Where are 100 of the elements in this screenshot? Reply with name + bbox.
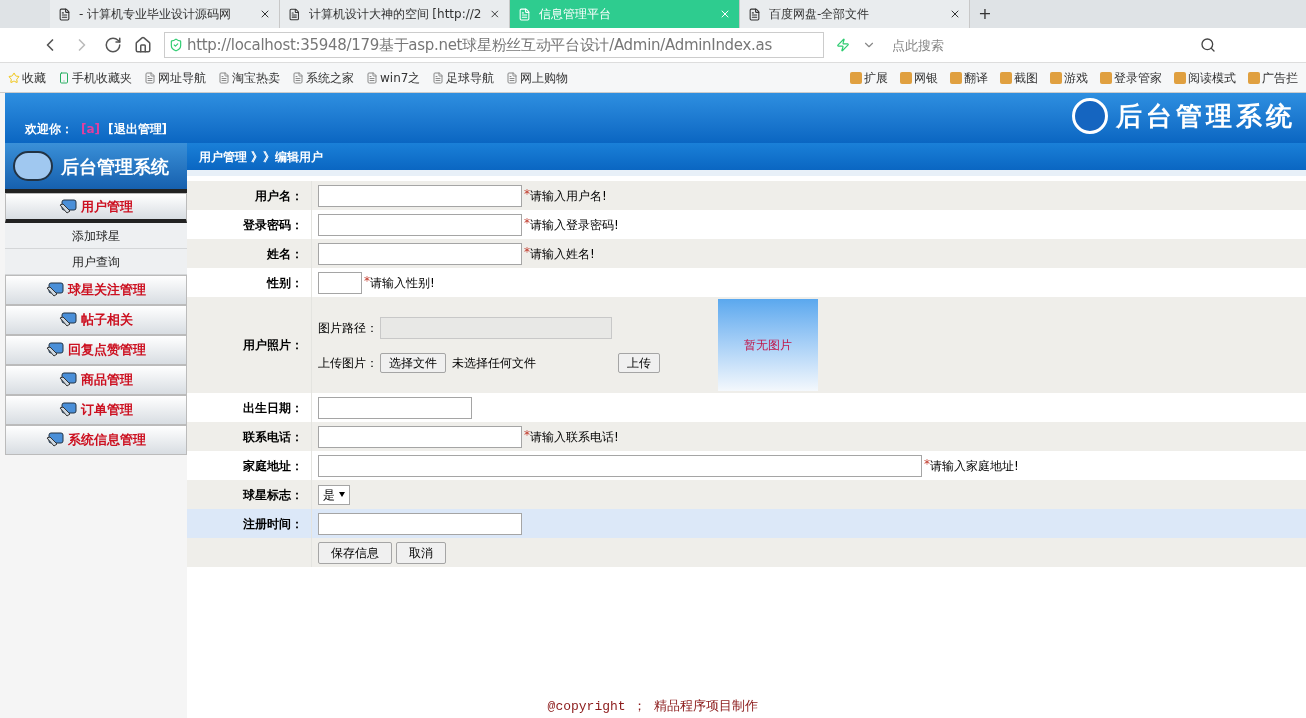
page-icon <box>288 7 301 21</box>
input-field[interactable] <box>318 425 522 448</box>
page-icon <box>218 71 230 84</box>
toolbar-item[interactable]: 网银 <box>900 68 938 87</box>
logout-link[interactable]: [退出管理] <box>108 120 168 138</box>
upload-button[interactable]: 上传 <box>618 353 660 373</box>
field-label: 用户照片： <box>243 337 303 354</box>
monitor-icon <box>59 198 77 215</box>
required-mark: * <box>524 426 530 442</box>
page-icon <box>432 71 445 84</box>
field-label: 姓名： <box>267 245 303 263</box>
menu-item[interactable]: 订单管理 <box>5 395 187 425</box>
field-label: 性别： <box>267 274 303 292</box>
input-field[interactable] <box>318 396 472 419</box>
toolbar-item[interactable]: 截图 <box>1000 68 1038 87</box>
required-mark: * <box>524 243 530 259</box>
submenu-item[interactable]: 添加球星 <box>5 223 187 249</box>
bookmark-link[interactable]: 系统之家 <box>292 68 354 87</box>
dropdown-select[interactable]: 是 <box>318 484 350 505</box>
browser-tab[interactable]: 百度网盘-全部文件 <box>740 0 970 28</box>
toolbar-item[interactable]: 翻译 <box>950 68 988 87</box>
required-hint: 请输入家庭地址! <box>930 457 1019 475</box>
required-hint: 请输入联系电话! <box>530 428 619 446</box>
bookmark-link[interactable]: win7之 <box>366 68 421 87</box>
required-mark: * <box>524 185 530 201</box>
no-file-text: 未选择任何文件 <box>452 355 536 372</box>
tool-icon <box>850 71 862 84</box>
tool-icon <box>1174 71 1186 84</box>
field-label: 登录密码： <box>243 216 303 234</box>
toolbar-item[interactable]: 阅读模式 <box>1174 68 1236 87</box>
monitor-icon <box>59 402 77 418</box>
menu-item[interactable]: 系统信息管理 <box>5 425 187 455</box>
menu-item[interactable]: 回复点赞管理 <box>5 335 187 365</box>
monitor-icon <box>59 312 77 328</box>
tool-icon <box>1248 71 1260 84</box>
input-field[interactable] <box>318 512 522 535</box>
bookmark-link[interactable]: 足球导航 <box>432 68 495 87</box>
field-label: 联系电话： <box>243 428 303 446</box>
input-field[interactable] <box>318 454 922 477</box>
close-icon[interactable] <box>259 8 271 20</box>
form-button[interactable]: 取消 <box>396 541 446 564</box>
choose-file-button[interactable]: 选择文件 <box>380 353 446 373</box>
menu-item[interactable]: 球星关注管理 <box>5 275 187 305</box>
search-field[interactable]: 点此搜索 <box>888 33 1188 57</box>
search-icon[interactable] <box>1200 37 1216 53</box>
menu-item[interactable]: 商品管理 <box>5 365 187 395</box>
monitor-icon <box>46 432 64 448</box>
menu-item[interactable]: 用户管理 <box>5 193 187 223</box>
url-text: http://localhost:35948/179基于asp.net球星粉丝互动平台设计/Admin/AdminIndex.as <box>187 34 772 56</box>
tab-title: 信息管理平台 <box>539 6 612 23</box>
home-icon[interactable] <box>134 36 152 54</box>
no-image-preview: 暂无图片 <box>718 299 818 391</box>
toolbar-item[interactable]: 登录管家 <box>1100 68 1162 87</box>
breadcrumb-text: 用户管理 》》编辑用户 <box>199 148 324 166</box>
required-hint: 请输入用户名! <box>530 187 607 205</box>
toolbar-item[interactable]: 扩展 <box>850 68 888 87</box>
reload-icon[interactable] <box>104 36 122 54</box>
address-field[interactable]: http://localhost:35948/179基于asp.net球星粉丝互动平台设计/Admin/AdminIndex.as <box>164 32 824 58</box>
close-icon[interactable] <box>489 8 501 20</box>
shield-icon <box>169 38 183 52</box>
bookmark-link[interactable]: 网址导航 <box>144 68 206 87</box>
tool-icon <box>950 71 962 84</box>
field-label: 用户名： <box>255 187 303 205</box>
field-label: 图片路径： <box>318 320 378 337</box>
caret-icon <box>339 492 345 497</box>
menu-item[interactable]: 帖子相关 <box>5 305 187 335</box>
form-button[interactable]: 保存信息 <box>318 541 392 564</box>
toolbar-item[interactable]: 游戏 <box>1050 68 1088 87</box>
username-text: [a] <box>81 121 101 138</box>
monitor-icon <box>46 282 64 298</box>
input-field[interactable] <box>318 184 522 207</box>
input-field[interactable] <box>318 213 522 236</box>
monitor-icon <box>46 342 64 358</box>
required-mark: * <box>924 455 930 471</box>
page-icon <box>58 7 71 21</box>
bookmark-link[interactable]: 收藏 <box>8 68 46 87</box>
required-hint: 请输入姓名! <box>530 245 595 263</box>
submenu-item[interactable]: 用户查询 <box>5 249 187 275</box>
tab-title: - 计算机专业毕业设计源码网 <box>79 6 233 23</box>
lightning-icon[interactable] <box>836 38 850 52</box>
close-icon[interactable] <box>949 8 961 20</box>
tool-icon <box>1100 71 1112 84</box>
browser-tab[interactable]: - 计算机专业毕业设计源码网 <box>50 0 280 28</box>
browser-tab[interactable]: 计算机设计大神的空间 [http://2 <box>280 0 510 28</box>
input-field[interactable] <box>318 242 522 265</box>
field-label: 上传图片： <box>318 355 378 372</box>
field-label: 注册时间： <box>243 515 303 533</box>
required-hint: 请输入性别! <box>370 274 435 292</box>
tool-icon <box>1050 71 1062 84</box>
required-hint: 请输入登录密码! <box>530 216 619 234</box>
field-label: 出生日期： <box>243 399 303 417</box>
input-field[interactable] <box>318 271 362 294</box>
bookmark-link[interactable]: 淘宝热卖 <box>218 68 280 87</box>
system-title: 后台管理系统 <box>1116 99 1296 133</box>
bookmark-link[interactable]: 网上购物 <box>506 68 569 87</box>
new-tab-button[interactable]: + <box>970 0 1000 28</box>
tab-title: 计算机设计大神的空间 [http://2 <box>308 6 482 23</box>
toolbar-item[interactable]: 广告拦 <box>1248 68 1298 87</box>
field-label: 家庭地址： <box>243 457 303 475</box>
bookmark-link[interactable]: 手机收藏夹 <box>58 68 132 87</box>
